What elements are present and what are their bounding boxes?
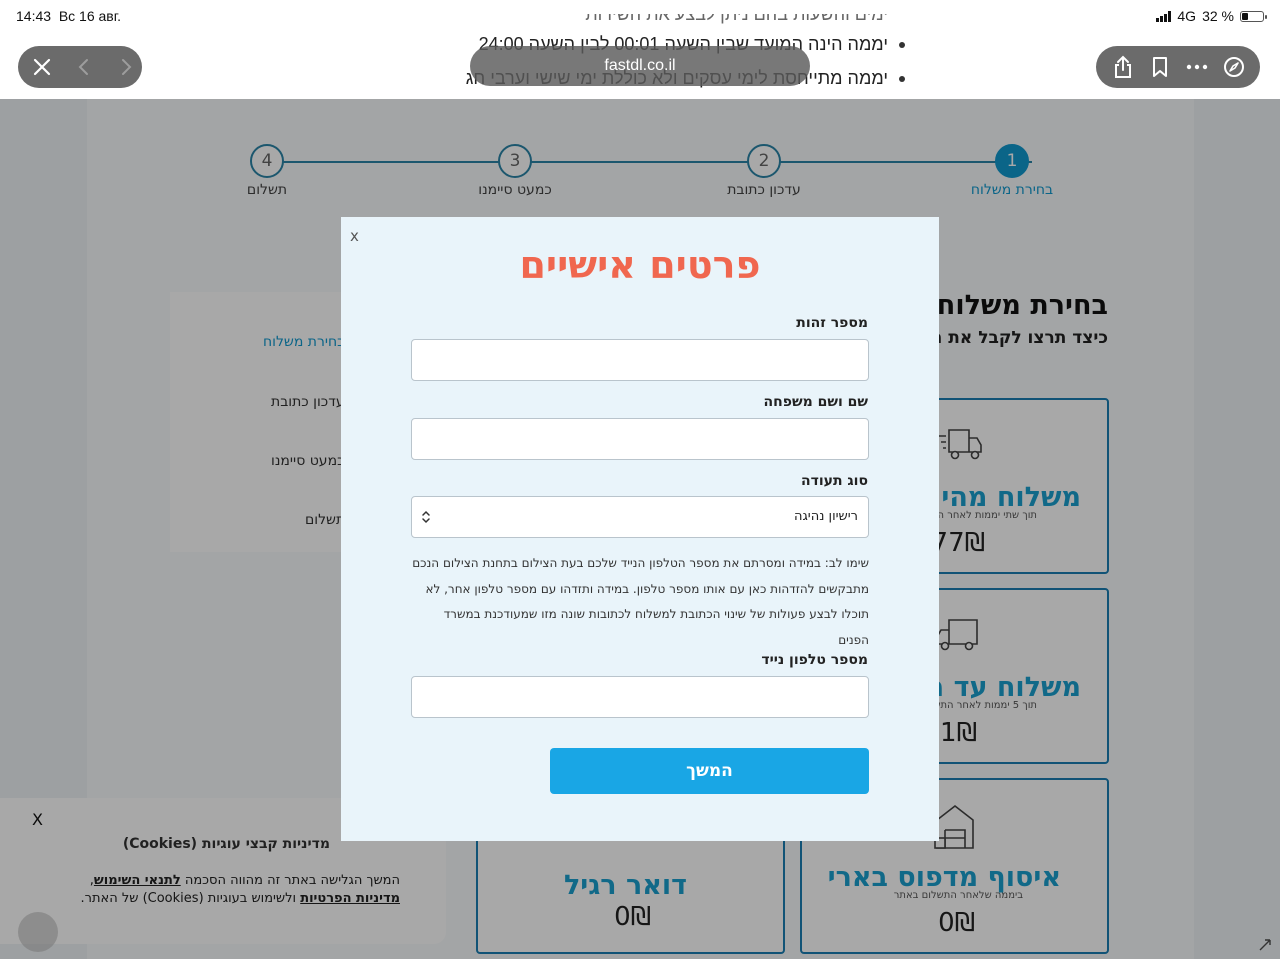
back-icon[interactable] [70, 53, 98, 81]
personal-details-modal: x פרטים אישיים מספר זהות שם ושם משפחה סו… [341, 217, 939, 841]
document-type-select[interactable]: רישיון נהיגה [411, 496, 869, 538]
compass-icon[interactable] [1220, 53, 1248, 81]
close-tab-icon[interactable] [28, 53, 56, 81]
select-arrows-icon [421, 509, 431, 525]
bookmark-icon[interactable] [1146, 53, 1174, 81]
full-name-input[interactable] [411, 418, 869, 460]
continue-button[interactable]: המשך [550, 748, 869, 794]
status-time: 14:43 Вс 16 авг. [16, 8, 122, 24]
document-type-value: רישיון נהיגה [793, 509, 858, 524]
status-right: 4G 32 % [1156, 8, 1267, 24]
phone-note: שימו לב: במידה ומסרתם את מספר הטלפון הני… [412, 556, 869, 647]
modal-title: פרטים אישיים [519, 243, 761, 287]
document-type-label: סוג תעודה [801, 473, 868, 489]
browser-actions-pill [1096, 46, 1260, 88]
id-number-label: מספר זהות [796, 315, 868, 331]
full-name-label: שם ושם משפחה [763, 394, 868, 410]
battery-percent: 32 % [1202, 8, 1234, 24]
phone-input[interactable] [411, 676, 869, 718]
announcement-item: ימים והשעות בהם ניתן לבצע את השירות [400, 14, 910, 28]
id-number-input[interactable] [411, 339, 869, 381]
network-type: 4G [1177, 8, 1197, 24]
url-bar[interactable]: fastdl.co.il [470, 46, 810, 86]
forward-icon[interactable] [112, 53, 140, 81]
resize-corner-icon [1258, 937, 1272, 951]
browser-nav-pill [18, 46, 142, 88]
battery-icon [1240, 10, 1267, 22]
share-icon[interactable] [1109, 53, 1137, 81]
signal-icon [1156, 10, 1172, 22]
phone-label: מספר טלפון נייד [761, 652, 868, 668]
more-icon[interactable] [1183, 53, 1211, 81]
